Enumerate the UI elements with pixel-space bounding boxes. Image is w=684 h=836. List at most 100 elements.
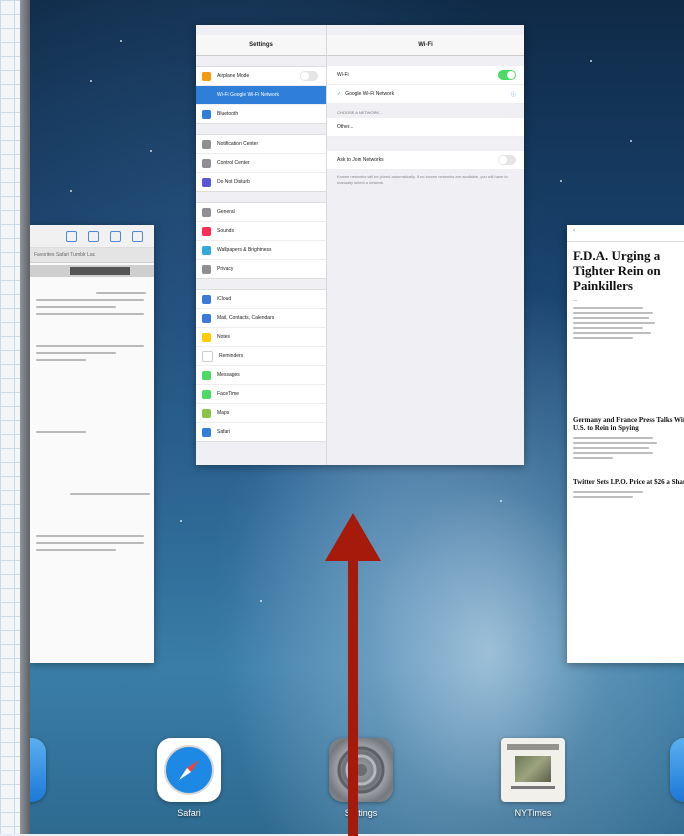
back-icon[interactable]: ‹ bbox=[573, 228, 575, 234]
wifi-title: Wi-Fi bbox=[327, 35, 524, 56]
settings-group: Airplane Mode Wi-Fi Google Wi-Fi Network B… bbox=[196, 66, 326, 124]
settings-row[interactable]: Bluetooth bbox=[196, 105, 326, 123]
article-headline[interactable]: F.D.A. Urging a Tighter Rein on Painkill… bbox=[567, 242, 684, 297]
star bbox=[150, 150, 152, 152]
dock-app-settings[interactable]: Settings bbox=[326, 738, 396, 818]
article-headline-2[interactable]: Germany and France Press Talks With U.S.… bbox=[567, 412, 684, 434]
article-body bbox=[567, 307, 684, 339]
star bbox=[120, 40, 122, 42]
ask-to-join-toggle[interactable] bbox=[498, 155, 516, 165]
safari-icon bbox=[157, 738, 221, 802]
page-nav-bar bbox=[70, 267, 130, 275]
article-body-3 bbox=[567, 491, 684, 498]
star bbox=[560, 180, 562, 182]
text-line bbox=[36, 352, 116, 354]
text-line bbox=[36, 535, 144, 537]
settings-row-label: Do Not Disturb bbox=[217, 179, 250, 185]
settings-row-label: Notification Center bbox=[217, 141, 259, 147]
settings-row-label: Reminders bbox=[219, 353, 244, 359]
settings-row-label: Wi-Fi Google Wi-Fi Network bbox=[217, 92, 279, 98]
star bbox=[90, 80, 92, 82]
settings-row-label: Safari bbox=[217, 429, 231, 435]
settings-row-label: Privacy bbox=[217, 266, 234, 272]
settings-row-icon bbox=[202, 408, 211, 418]
nytimes-label: NYTimes bbox=[514, 808, 552, 818]
settings-row[interactable]: Wallpapers & Brightness bbox=[196, 241, 326, 260]
settings-group: General Sounds Wallpapers & Brightness Priv… bbox=[196, 202, 326, 279]
star bbox=[630, 140, 632, 142]
text-line bbox=[36, 542, 144, 544]
settings-row[interactable]: FaceTime bbox=[196, 385, 326, 404]
other-label: Other... bbox=[337, 124, 354, 130]
settings-row-label: Mail, Contacts, Calendars bbox=[217, 315, 275, 321]
settings-row[interactable]: Reminders bbox=[196, 347, 326, 366]
settings-row[interactable]: Control Center bbox=[196, 154, 326, 173]
reload-icon bbox=[66, 231, 77, 242]
text-line bbox=[70, 493, 150, 495]
settings-row-toggle[interactable] bbox=[300, 71, 318, 81]
settings-row-label: Bluetooth bbox=[217, 111, 239, 117]
nyt-toolbar: ‹ bbox=[567, 225, 684, 242]
wifi-toggle[interactable] bbox=[498, 70, 516, 80]
settings-row[interactable]: Notes bbox=[196, 328, 326, 347]
text-line bbox=[36, 431, 86, 433]
wifi-pane: Wi-Fi Wi-Fi ✓ Google Wi-Fi Network ⓘ CHO… bbox=[327, 25, 524, 465]
settings-row[interactable]: Maps bbox=[196, 404, 326, 423]
settings-row[interactable]: General bbox=[196, 203, 326, 222]
settings-row-label: Airplane Mode bbox=[217, 73, 250, 79]
settings-row-label: Sounds bbox=[217, 228, 234, 234]
text-line bbox=[36, 313, 144, 315]
settings-row-label: Notes bbox=[217, 334, 231, 340]
settings-row[interactable]: Airplane Mode bbox=[196, 67, 326, 86]
dock-app-nytimes[interactable]: NYTimes bbox=[498, 738, 568, 818]
swipe-up-arrow-head bbox=[325, 513, 381, 561]
info-icon[interactable]: ⓘ bbox=[511, 91, 516, 98]
settings-row-icon bbox=[202, 332, 211, 342]
safari-favorites-bar: Favorites Safari Tumblr Lac bbox=[30, 248, 154, 263]
safari-app-card[interactable]: Favorites Safari Tumblr Lac bbox=[30, 225, 154, 663]
settings-row-icon bbox=[202, 226, 211, 236]
tabs-icon bbox=[132, 231, 143, 242]
bookmarks-icon bbox=[110, 231, 121, 242]
settings-groups: Airplane Mode Wi-Fi Google Wi-Fi Network B… bbox=[196, 66, 326, 442]
swipe-up-arrow-shaft bbox=[348, 556, 358, 836]
star bbox=[500, 500, 502, 502]
safari-page-content bbox=[30, 277, 154, 551]
settings-row-icon bbox=[202, 245, 211, 255]
network-name: Google Wi-Fi Network bbox=[345, 91, 395, 97]
settings-title: Settings bbox=[196, 35, 326, 56]
text-line bbox=[36, 549, 116, 551]
connected-network-row[interactable]: ✓ Google Wi-Fi Network ⓘ bbox=[327, 85, 524, 104]
safari-page-header bbox=[30, 265, 154, 277]
ipad-bezel bbox=[20, 0, 30, 834]
settings-row-label: Messages bbox=[217, 372, 240, 378]
settings-row[interactable]: Sounds bbox=[196, 222, 326, 241]
status-bar bbox=[196, 25, 326, 35]
settings-row-label: Maps bbox=[217, 410, 230, 416]
settings-row-icon bbox=[202, 139, 211, 149]
wifi-toggle-row[interactable]: Wi-Fi bbox=[327, 66, 524, 85]
nytimes-app-card[interactable]: ‹ F.D.A. Urging a Tighter Rein on Painki… bbox=[567, 225, 684, 663]
settings-row-icon bbox=[202, 389, 211, 399]
settings-row[interactable]: Safari bbox=[196, 423, 326, 441]
settings-row[interactable]: Privacy bbox=[196, 260, 326, 278]
settings-row[interactable]: Wi-Fi Google Wi-Fi Network bbox=[196, 86, 326, 105]
settings-row-label: FaceTime bbox=[217, 391, 240, 397]
dock-app-partial-left[interactable] bbox=[30, 738, 46, 802]
dock-app-partial-right[interactable] bbox=[670, 738, 684, 802]
settings-row[interactable]: Do Not Disturb bbox=[196, 173, 326, 191]
dock-app-safari[interactable]: Safari bbox=[154, 738, 224, 818]
settings-row[interactable]: Mail, Contacts, Calendars bbox=[196, 309, 326, 328]
settings-row-icon bbox=[202, 71, 211, 81]
star bbox=[180, 520, 182, 522]
ask-to-join-row[interactable]: Ask to Join Networks bbox=[327, 151, 524, 170]
settings-row[interactable]: iCloud bbox=[196, 290, 326, 309]
article-headline-3[interactable]: Twitter Sets I.P.O. Price at $26 a Share bbox=[567, 474, 684, 488]
settings-row-label: Control Center bbox=[217, 160, 250, 166]
other-network-row[interactable]: Other... bbox=[327, 118, 524, 137]
settings-row[interactable]: Notification Center bbox=[196, 135, 326, 154]
settings-app-card[interactable]: Settings Airplane Mode Wi-Fi Google Wi-Fi… bbox=[196, 25, 524, 465]
article-body-2 bbox=[567, 437, 684, 459]
star bbox=[590, 60, 592, 62]
settings-row[interactable]: Messages bbox=[196, 366, 326, 385]
